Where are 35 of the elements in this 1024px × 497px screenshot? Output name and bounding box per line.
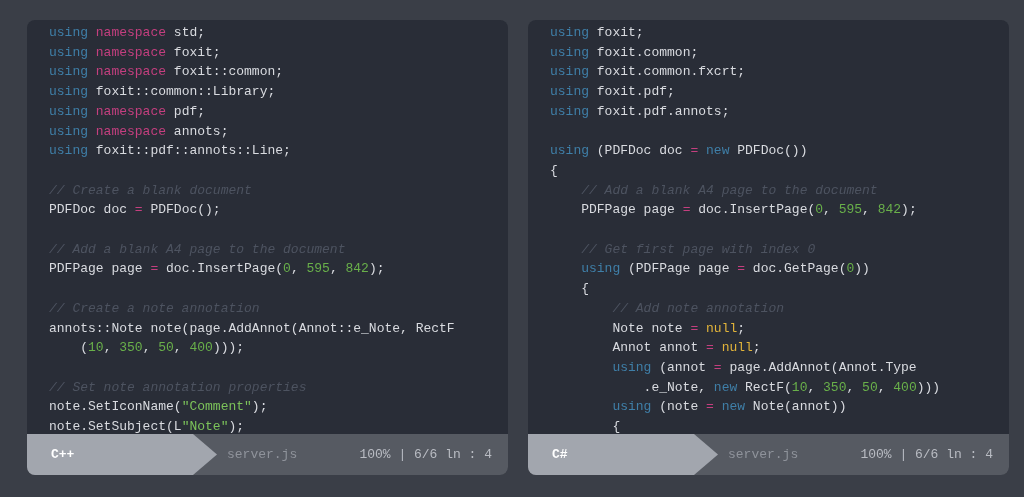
code-line: using (PDFDoc doc = new PDFDoc()) [550, 142, 808, 161]
code-line: (10, 350, 50, 400))); [80, 339, 245, 358]
code-line: annots::Note note(page.AddAnnot(Annot::e_Note, RectF [49, 319, 455, 338]
code-line: using (note = new Note(annot)) [612, 398, 847, 417]
code-line: PDFPage page = doc.InsertPage(0, 595, 842); [581, 201, 917, 220]
code-line: using namespace pdf; [49, 102, 206, 121]
code-line: using foxit.common; [550, 43, 699, 62]
code-line: .e_Note, new RectF(10, 350, 50, 400))) [643, 378, 941, 397]
code-line: using namespace foxit; [49, 43, 221, 62]
code-line: using foxit.pdf.annots; [550, 102, 730, 121]
code-line: using (annot = page.AddAnnot(Annot.Type [612, 358, 917, 377]
code-line: using foxit; [550, 24, 644, 42]
code-line: { [550, 161, 558, 180]
code-line: Annot annot = null; [612, 339, 761, 358]
status-text: 100% | 6/6 ln : 4 [359, 445, 492, 464]
code-line: using namespace annots; [49, 122, 229, 141]
code-line: using namespace std; [49, 24, 206, 42]
code-line: using foxit.common.fxcrt; [550, 63, 746, 82]
code-line: { [612, 418, 621, 434]
code-line: PDFPage page = doc.InsertPage(0, 595, 842); [49, 260, 385, 279]
code-line: Note note = null; [612, 319, 746, 338]
code-line: PDFDoc doc = PDFDoc(); [49, 201, 221, 220]
file-name: server.js [227, 445, 298, 464]
code-line: using (PDFPage page = doc.GetPage(0)) [581, 260, 870, 279]
code-line: note.SetSubject(L"Note"); [49, 418, 245, 434]
code-line: { [581, 280, 589, 299]
code-line: note.SetIconName("Comment"); [49, 398, 268, 417]
code-line: using foxit::common::Library; [49, 83, 276, 102]
code-line: using foxit.pdf; [550, 83, 675, 102]
code-line: using foxit::pdf::annots::Line; [49, 142, 291, 161]
file-name: server.js [728, 445, 799, 464]
language-tab[interactable]: C++ [27, 434, 217, 475]
status-text: 100% | 6/6 ln : 4 [860, 445, 993, 464]
language-tab[interactable]: C# [528, 434, 718, 475]
code-line: using namespace foxit::common; [49, 63, 284, 82]
